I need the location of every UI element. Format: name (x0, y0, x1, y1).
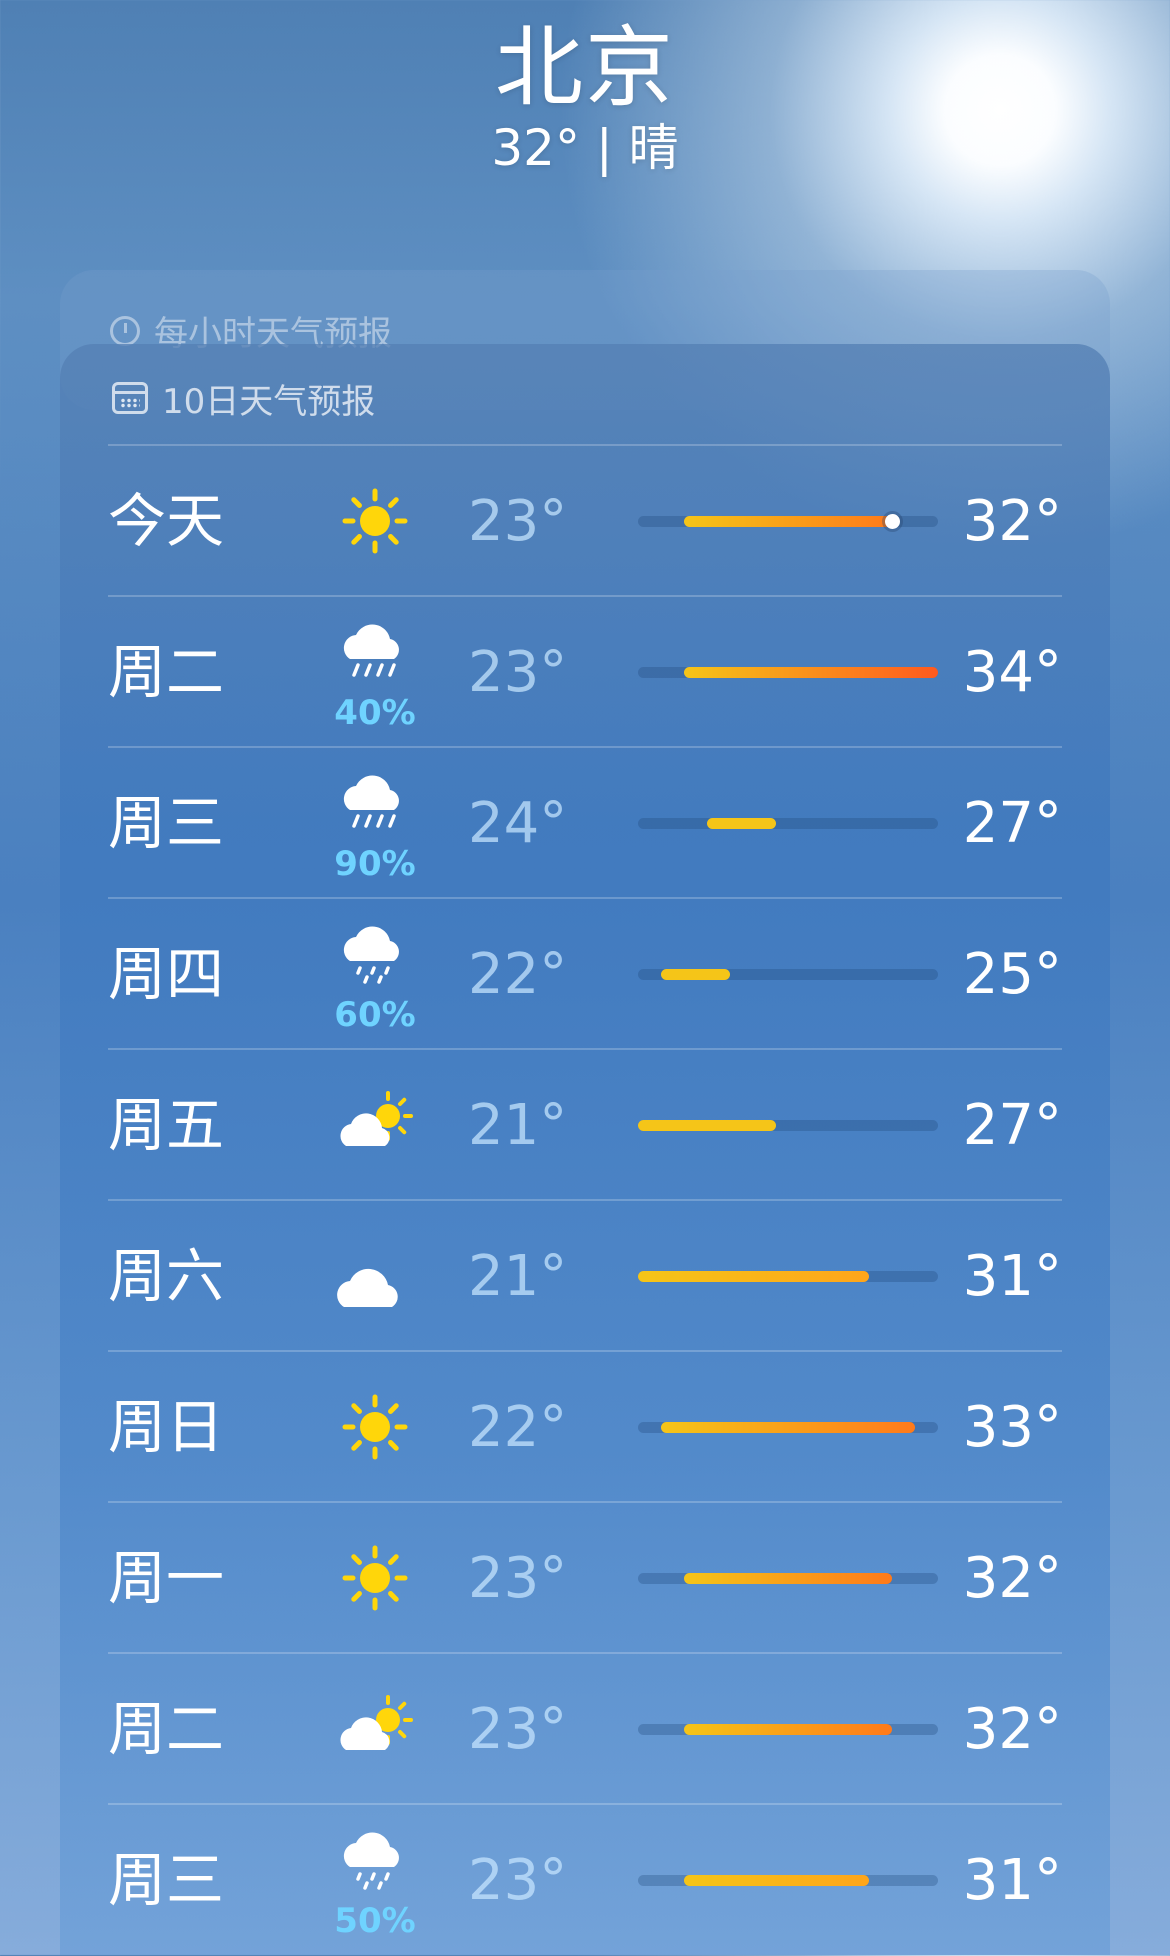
temperature-range-fill (661, 1422, 915, 1433)
sun-icon (330, 446, 420, 597)
high-temp: 34° (962, 640, 1062, 705)
ten-day-forecast-header: 10日天气预报 (112, 376, 376, 422)
day-label: 周三 (108, 1846, 225, 1914)
day-label: 周一 (108, 1544, 225, 1612)
day-label: 周四 (108, 940, 225, 1008)
forecast-row[interactable]: 周二 40% 23° 34° (108, 597, 1062, 748)
city-name: 北京 (494, 16, 675, 119)
cloud-icon (330, 1201, 420, 1352)
temperature-range-bar (638, 1271, 938, 1282)
low-temp: 22° (468, 1395, 568, 1460)
temperature-range-fill (661, 969, 731, 980)
precipitation-chance: 50% (334, 1901, 416, 1941)
temperature-range-bar (638, 1573, 938, 1584)
forecast-row[interactable]: 周五 21° 27° (108, 1050, 1062, 1201)
temperature-range-fill (638, 1271, 869, 1282)
day-label: 周日 (108, 1393, 225, 1461)
precipitation-chance: 60% (334, 995, 416, 1035)
day-label: 周六 (108, 1242, 225, 1310)
low-temp: 21° (468, 1244, 568, 1309)
current-temp-marker (884, 514, 900, 529)
day-label: 周三 (108, 789, 225, 857)
high-temp: 32° (962, 489, 1062, 554)
high-temp: 27° (962, 791, 1062, 856)
temperature-range-fill (684, 667, 938, 678)
sun-icon (330, 1503, 420, 1654)
high-temp: 32° (962, 1697, 1062, 1762)
low-temp: 21° (468, 1093, 568, 1158)
temperature-range-bar (638, 1875, 938, 1886)
forecast-row[interactable]: 周三 90% 24° 27° (108, 748, 1062, 899)
temperature-range-bar (638, 969, 938, 980)
partly-cloudy-icon (330, 1050, 420, 1201)
low-temp: 23° (468, 489, 568, 554)
high-temp: 31° (962, 1848, 1062, 1913)
temperature-range-bar (638, 1724, 938, 1735)
low-temp: 23° (468, 1848, 568, 1913)
temperature-range-fill (638, 1120, 777, 1131)
temperature-range-bar (638, 818, 938, 829)
temperature-range-bar (638, 1120, 938, 1131)
precipitation-chance: 90% (334, 844, 416, 884)
temperature-range-bar (638, 514, 938, 529)
low-temp: 23° (468, 640, 568, 705)
temperature-range-fill (684, 1875, 869, 1886)
high-temp: 31° (962, 1244, 1062, 1309)
day-label: 周二 (108, 638, 225, 706)
forecast-row[interactable]: 周四 60% 22° 25° (108, 899, 1062, 1050)
clock-icon (110, 315, 140, 346)
temperature-range-fill (707, 818, 777, 829)
ten-day-forecast-title: 10日天气预报 (162, 381, 376, 422)
ten-day-forecast-card[interactable]: 10日天气预报 今天 23° 32° 周二 40% 23° 34° 周三 90% 24° 27° 周四… (60, 344, 1110, 1955)
forecast-row[interactable]: 周日 22° 33° (108, 1352, 1062, 1503)
low-temp: 23° (468, 1697, 568, 1762)
sun-icon (330, 1352, 420, 1503)
high-temp: 32° (962, 1546, 1062, 1611)
high-temp: 27° (962, 1093, 1062, 1158)
day-label: 今天 (108, 487, 225, 555)
precipitation-chance: 40% (334, 693, 416, 733)
day-label: 周五 (108, 1091, 225, 1159)
temperature-range-fill (684, 516, 892, 527)
low-temp: 23° (468, 1546, 568, 1611)
forecast-row[interactable]: 周六 21° 31° (108, 1201, 1062, 1352)
current-condition: 32° | 晴 (491, 119, 679, 177)
forecast-row[interactable]: 周三 50% 23° 31° (108, 1805, 1062, 1956)
temperature-range-bar (638, 1422, 938, 1433)
temperature-range-fill (684, 1724, 892, 1735)
day-label: 周二 (108, 1695, 225, 1763)
calendar-icon (112, 382, 148, 414)
low-temp: 22° (468, 942, 568, 1007)
high-temp: 33° (962, 1395, 1062, 1460)
low-temp: 24° (468, 791, 568, 856)
partly-cloudy-icon (330, 1654, 420, 1805)
forecast-row[interactable]: 周二 23° 32° (108, 1654, 1062, 1805)
forecast-row[interactable]: 今天 23° 32° (108, 446, 1062, 597)
temperature-range-fill (684, 1573, 892, 1584)
high-temp: 25° (962, 942, 1062, 1007)
forecast-row[interactable]: 周一 23° 32° (108, 1503, 1062, 1654)
temperature-range-bar (638, 667, 938, 678)
